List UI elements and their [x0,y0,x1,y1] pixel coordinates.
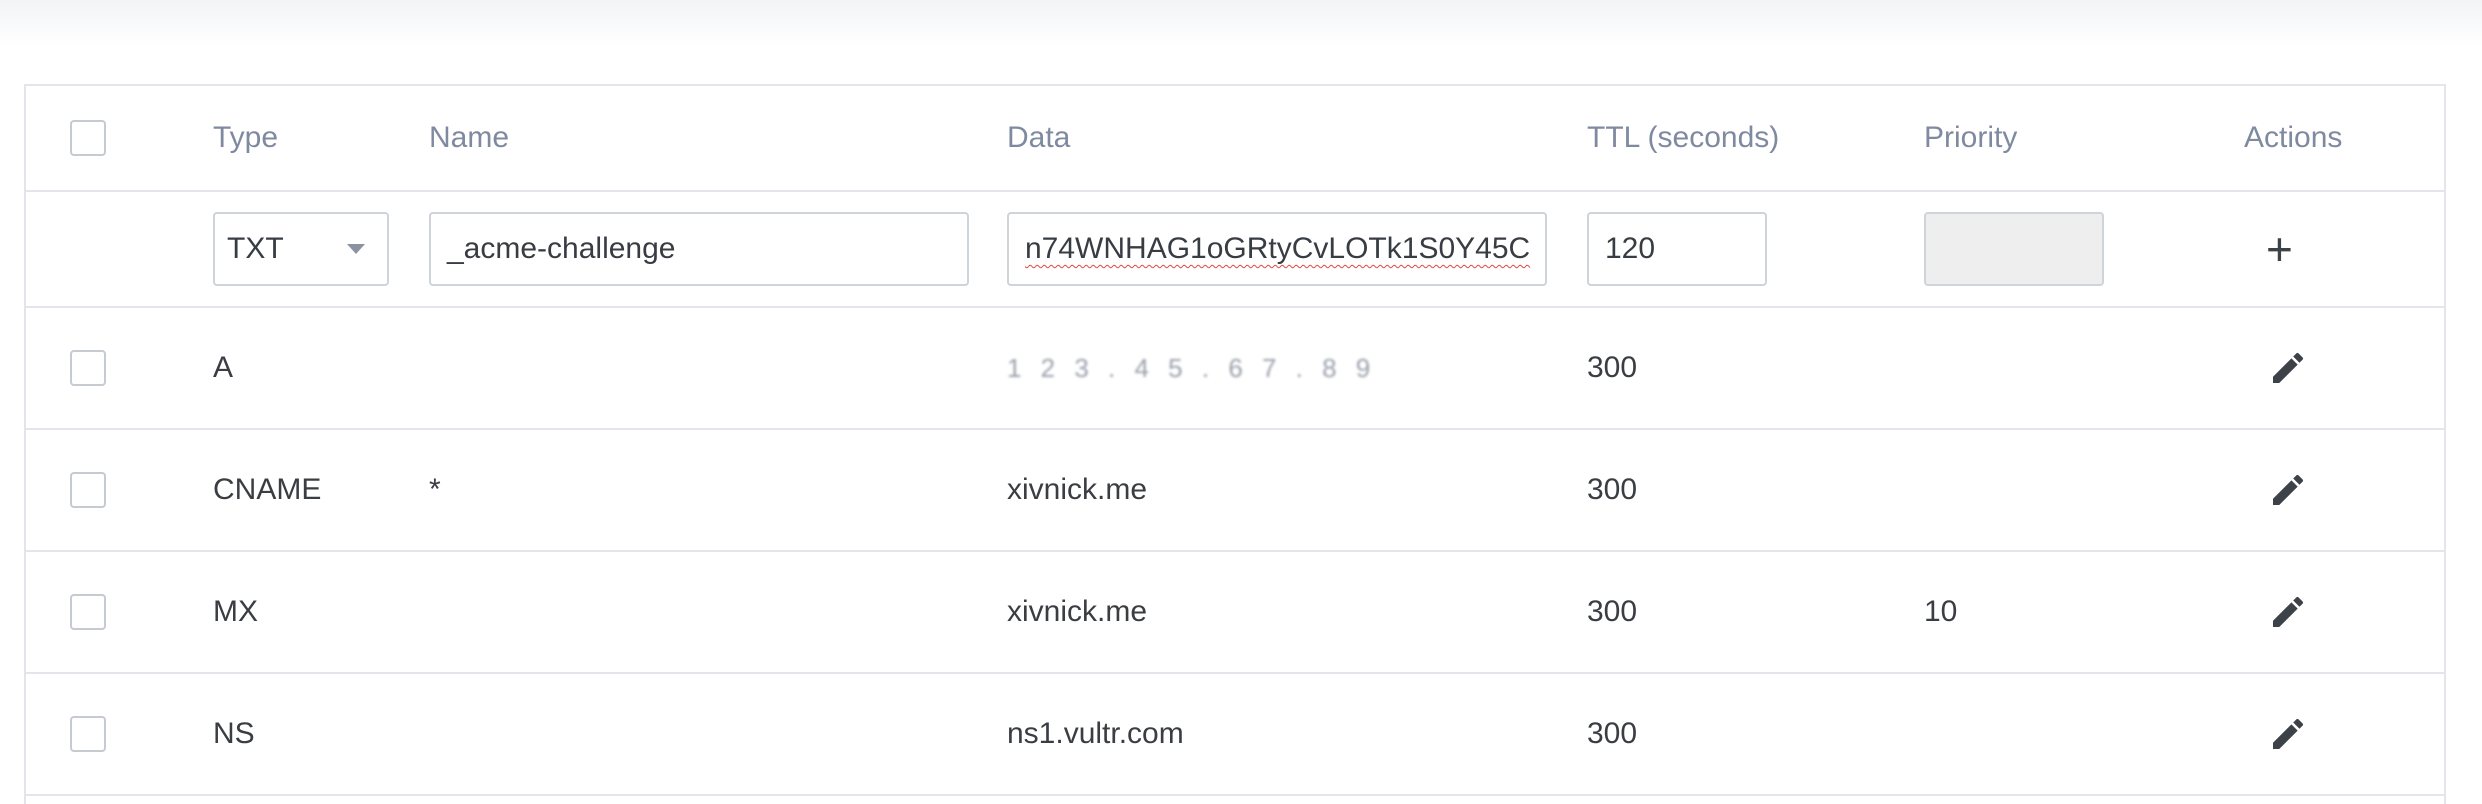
row-checkbox[interactable] [70,594,106,630]
column-header-data: Data [1007,121,1071,154]
table-header-row: Type Name Data TTL (seconds) Priority Ac… [26,86,2444,192]
chevron-down-icon [347,244,365,254]
record-type: NS [213,717,255,750]
column-header-type: Type [213,121,279,154]
record-actions [2244,308,2404,428]
new-record-ttl-cell: 120 [1587,192,1907,306]
record-type: A [213,351,234,384]
record-data: xivnick.me [1007,595,1148,628]
record-ttl-input[interactable]: 120 [1587,212,1767,286]
table-row: A 1 2 3 . 4 5 . 6 7 . 8 9 300 [26,308,2444,430]
record-data: 1 2 3 . 4 5 . 6 7 . 8 9 [1007,308,1567,428]
pencil-icon[interactable] [2268,348,2308,388]
record-actions [2244,430,2404,550]
record-actions [2244,674,2404,794]
plus-icon[interactable]: + [2266,226,2293,272]
row-checkbox[interactable] [70,472,106,508]
record-name [429,674,989,794]
row-checkbox-cell [70,430,130,550]
pencil-icon[interactable] [2268,470,2308,510]
column-header-name: Name [429,121,510,154]
new-record-priority-cell [1924,192,2224,306]
pencil-icon[interactable] [2268,714,2308,754]
select-all-checkbox[interactable] [70,120,106,156]
record-data-input-value: n74WNHAG1oGRtyCvLOTk1S0Y45C [1025,232,1531,265]
record-data: ns1.vultr.com [1007,717,1184,750]
table-row: MX xivnick.me 300 10 [26,552,2444,674]
record-ttl: 300 [1587,595,1638,628]
record-type-select-value: TXT [227,232,284,265]
header-checkbox-cell [70,86,130,190]
record-ttl: 300 [1587,717,1638,750]
record-ttl-input-value: 120 [1605,232,1656,265]
column-header-ttl: TTL (seconds) [1587,121,1780,154]
record-name-input-value: _acme-challenge [447,232,676,265]
record-actions [2244,552,2404,672]
record-priority: 10 [1924,595,1958,628]
new-record-name-cell: _acme-challenge [429,192,989,306]
record-name-input[interactable]: _acme-challenge [429,212,969,286]
row-checkbox-cell [70,308,130,428]
pencil-icon[interactable] [2268,592,2308,632]
record-priority [1924,308,2224,428]
column-header-actions: Actions [2244,121,2343,154]
dns-records-table: Type Name Data TTL (seconds) Priority Ac… [24,84,2446,804]
record-name [429,308,989,428]
record-data-input[interactable]: n74WNHAG1oGRtyCvLOTk1S0Y45C [1007,212,1547,286]
record-name: * [429,473,441,506]
column-header-priority: Priority [1924,121,2018,154]
record-ttl: 300 [1587,473,1638,506]
new-record-row: TXT _acme-challenge n74WNHAG1oGRtyCvLOTk… [26,192,2444,308]
record-ttl: 300 [1587,351,1638,384]
new-record-data-cell: n74WNHAG1oGRtyCvLOTk1S0Y45C [1007,192,1567,306]
record-type: CNAME [213,473,322,506]
row-checkbox-cell [70,552,130,672]
row-checkbox-cell [70,674,130,794]
redacted-ip: 1 2 3 . 4 5 . 6 7 . 8 9 [1007,352,1377,383]
record-priority [1924,674,2224,794]
record-name [429,552,989,672]
record-priority-input [1924,212,2104,286]
record-type: MX [213,595,258,628]
row-checkbox[interactable] [70,350,106,386]
new-record-actions-cell: + [2244,192,2404,306]
top-shadow [0,0,2482,48]
row-checkbox[interactable] [70,716,106,752]
record-priority [1924,430,2224,550]
new-record-type-cell: TXT [213,192,413,306]
table-row: CNAME * xivnick.me 300 [26,430,2444,552]
record-data: xivnick.me [1007,473,1148,506]
table-row: NS ns1.vultr.com 300 [26,674,2444,796]
record-type-select[interactable]: TXT [213,212,389,286]
